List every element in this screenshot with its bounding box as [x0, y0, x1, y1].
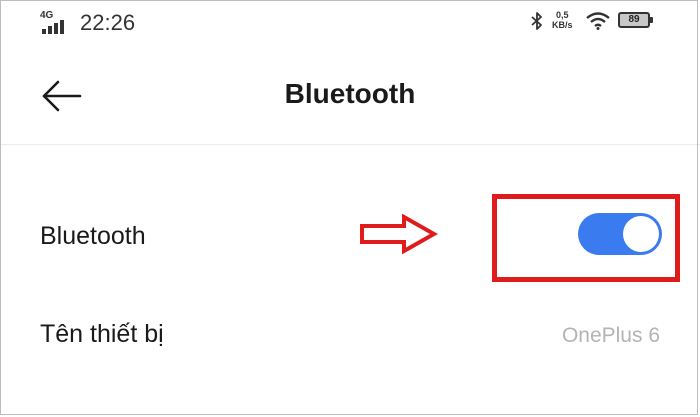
status-time: 22:26: [80, 10, 136, 35]
device-name-label: Tên thiết bị: [40, 320, 164, 348]
battery-icon: 89: [618, 12, 650, 28]
speed-value: 0,5: [556, 10, 569, 20]
status-bar: 4G 22:26 0,5 KB/s 89: [0, 0, 700, 44]
bluetooth-icon: [531, 12, 542, 30]
bluetooth-label: Bluetooth: [40, 222, 146, 250]
bluetooth-toggle[interactable]: [578, 213, 662, 255]
app-header: Bluetooth: [0, 44, 700, 145]
speed-unit: KB/s: [552, 20, 573, 30]
device-name-value: OnePlus 6: [561, 324, 660, 347]
wifi-icon: [586, 12, 610, 30]
toggle-knob: [623, 216, 659, 252]
device-name-row[interactable]: Tên thiết bị OnePlus 6: [0, 296, 700, 376]
battery-nub: [650, 17, 653, 23]
signal-icon: [42, 20, 64, 34]
status-right: 0,5 KB/s 89: [530, 10, 670, 34]
network-speed: 0,5 KB/s: [552, 10, 573, 30]
arrow-right-annotation-icon: [360, 214, 438, 254]
battery-level: 89: [628, 14, 640, 25]
page-title: Bluetooth: [284, 78, 416, 109]
